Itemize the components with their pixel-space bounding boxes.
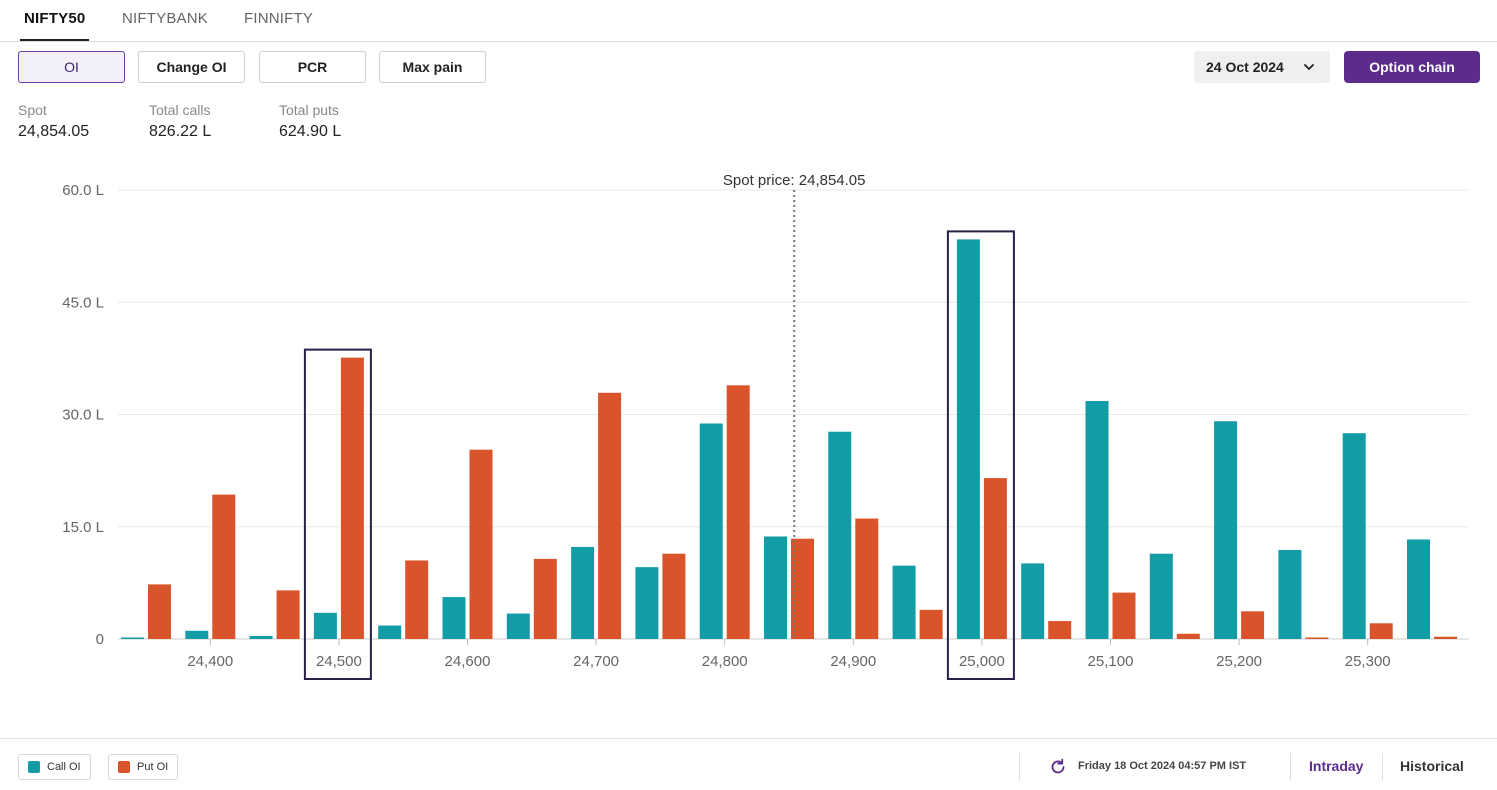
intraday-link[interactable]: Intraday bbox=[1309, 758, 1363, 774]
x-tick-label: 25,200 bbox=[1216, 653, 1262, 670]
option-chain-button[interactable]: Option chain bbox=[1344, 51, 1480, 83]
call-oi-bar bbox=[185, 630, 209, 639]
put-oi-bar bbox=[855, 518, 879, 639]
put-oi-bar bbox=[276, 590, 300, 639]
put-oi-bar bbox=[148, 584, 171, 639]
spot-label: Spot bbox=[18, 102, 47, 118]
y-tick-label: 15.0 L bbox=[62, 519, 104, 536]
call-oi-bar bbox=[1085, 401, 1109, 639]
x-tick-label: 24,600 bbox=[445, 653, 491, 670]
last-updated-timestamp: Friday 18 Oct 2024 04:57 PM IST bbox=[1078, 760, 1247, 772]
put-oi-bar bbox=[1112, 592, 1136, 639]
legend-call-oi-label: Call OI bbox=[47, 761, 81, 773]
total-calls-stat: Total calls 826.22 L bbox=[149, 102, 211, 141]
put-oi-bar bbox=[1176, 633, 1200, 639]
call-oi-bar bbox=[1407, 539, 1430, 639]
put-oi-bar bbox=[726, 385, 750, 639]
expiry-date-value: 24 Oct 2024 bbox=[1206, 59, 1284, 75]
call-oi-bar bbox=[828, 431, 852, 639]
refresh-icon[interactable] bbox=[1048, 757, 1068, 777]
call-oi-bar bbox=[1278, 549, 1302, 639]
call-oi-bar bbox=[249, 636, 273, 639]
footer-divider bbox=[1382, 753, 1383, 781]
x-tick-label: 24,700 bbox=[573, 653, 619, 670]
x-tick-label: 24,400 bbox=[187, 653, 233, 670]
put-oi-bar bbox=[405, 560, 429, 639]
call-oi-bar bbox=[1342, 433, 1366, 639]
call-oi-bar bbox=[699, 423, 723, 639]
tab-nifty50[interactable]: NIFTY50 bbox=[20, 10, 90, 41]
put-oi-bar bbox=[533, 558, 557, 639]
footer-divider bbox=[1019, 753, 1020, 781]
spot-price-label: Spot price: 24,854.05 bbox=[723, 172, 866, 189]
put-oi-bar bbox=[791, 538, 814, 639]
legend-put-oi-label: Put OI bbox=[137, 761, 169, 773]
put-oi-bar bbox=[212, 494, 236, 639]
call-oi-bar bbox=[378, 625, 402, 639]
put-oi-bar bbox=[1048, 621, 1072, 639]
call-oi-bar bbox=[635, 567, 659, 639]
total-puts-stat: Total puts 624.90 L bbox=[279, 102, 341, 141]
x-tick-label: 25,100 bbox=[1088, 653, 1134, 670]
call-oi-bar bbox=[442, 597, 466, 639]
legend-call-oi[interactable]: Call OI bbox=[18, 754, 91, 780]
pcr-button[interactable]: PCR bbox=[259, 51, 366, 83]
put-oi-bar bbox=[662, 553, 686, 639]
put-oi-bar bbox=[340, 357, 364, 639]
x-tick-label: 24,900 bbox=[830, 653, 876, 670]
historical-link[interactable]: Historical bbox=[1400, 758, 1464, 774]
call-oi-bar bbox=[1149, 553, 1173, 639]
call-oi-swatch bbox=[28, 761, 40, 773]
x-tick-label: 24,500 bbox=[316, 653, 362, 670]
change-oi-button[interactable]: Change OI bbox=[138, 51, 245, 83]
put-oi-bar bbox=[1434, 636, 1457, 639]
call-oi-bar bbox=[956, 239, 980, 639]
total-calls-value: 826.22 L bbox=[149, 123, 212, 140]
oi-bar-chart: 0 15.0 L 30.0 L 45.0 L 60.0 L 24,400 24,500 24,… bbox=[62, 172, 1469, 680]
x-tick-label: 25,000 bbox=[959, 653, 1005, 670]
oi-button[interactable]: OI bbox=[18, 51, 125, 83]
spot-stat: Spot 24,854.05 bbox=[18, 102, 89, 141]
index-tabs: NIFTY50 NIFTYBANK FINNIFTY bbox=[0, 0, 1497, 42]
put-oi-bar bbox=[469, 449, 493, 639]
call-oi-bar bbox=[764, 536, 787, 639]
put-oi-bar bbox=[1241, 611, 1265, 639]
y-tick-label: 45.0 L bbox=[62, 294, 104, 311]
call-oi-bar bbox=[121, 637, 144, 639]
put-oi-bar bbox=[919, 609, 943, 639]
x-tick-label: 24,800 bbox=[702, 653, 748, 670]
y-tick-label: 0 bbox=[96, 631, 104, 648]
y-tick-label: 60.0 L bbox=[62, 182, 104, 199]
legend-put-oi[interactable]: Put OI bbox=[108, 754, 179, 780]
tab-niftybank[interactable]: NIFTYBANK bbox=[118, 10, 212, 41]
x-tick-label: 25,300 bbox=[1345, 653, 1391, 670]
call-oi-bar bbox=[313, 612, 337, 639]
put-oi-swatch bbox=[118, 761, 130, 773]
spot-value: 24,854.05 bbox=[18, 123, 90, 140]
footer-divider bbox=[1290, 753, 1291, 781]
total-puts-value: 624.90 L bbox=[279, 123, 342, 140]
put-oi-bar bbox=[598, 392, 622, 639]
footer-bar: Call OI Put OI Friday 18 Oct 2024 04:57 … bbox=[0, 738, 1497, 790]
call-oi-bar bbox=[1214, 421, 1238, 639]
max-pain-button[interactable]: Max pain bbox=[379, 51, 486, 83]
put-oi-bar bbox=[983, 478, 1007, 639]
put-oi-bar bbox=[1305, 637, 1329, 639]
put-oi-bar bbox=[1369, 623, 1393, 639]
chevron-down-icon bbox=[1304, 64, 1314, 70]
total-puts-label: Total puts bbox=[279, 102, 339, 118]
expiry-date-select[interactable]: 24 Oct 2024 bbox=[1194, 51, 1330, 83]
tab-finnifty[interactable]: FINNIFTY bbox=[240, 10, 317, 41]
y-tick-label: 30.0 L bbox=[62, 407, 104, 424]
oi-dashboard: NIFTY50 NIFTYBANK FINNIFTY OI Change OI … bbox=[0, 0, 1497, 790]
call-oi-bar bbox=[571, 546, 595, 639]
call-oi-bar bbox=[506, 613, 530, 639]
total-calls-label: Total calls bbox=[149, 102, 211, 118]
call-oi-bar bbox=[1021, 563, 1045, 639]
call-oi-bar bbox=[892, 565, 916, 639]
